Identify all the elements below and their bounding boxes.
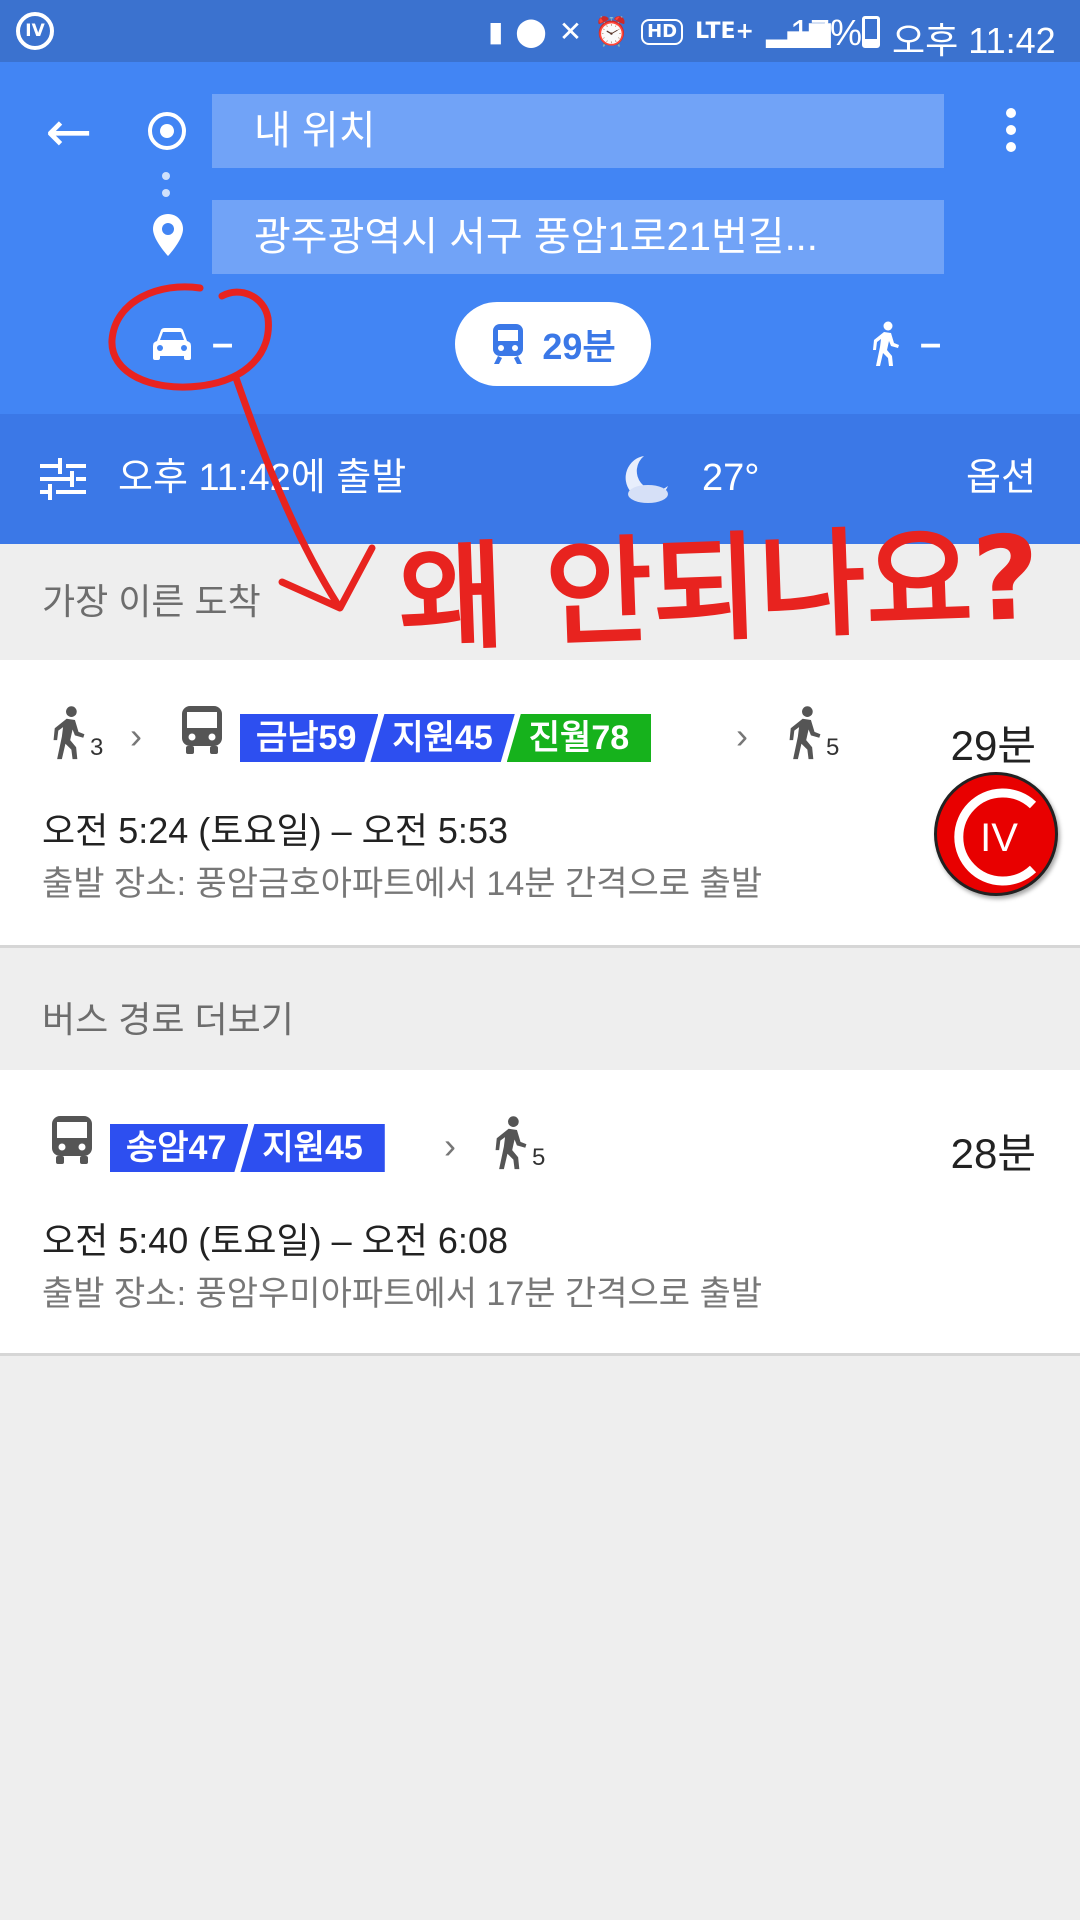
- bus-lines: 송암47 지원45: [110, 1124, 385, 1172]
- walk-minutes: 3: [90, 734, 104, 761]
- status-bar: IV ▮ ⬤ ✕ ⏰ HD LTE+ ▂▄▆ 17% 오후 11:42: [0, 0, 1080, 62]
- line-chip: 송암47: [110, 1124, 248, 1172]
- route-duration: 29분: [950, 722, 1036, 769]
- drive-duration: –: [212, 322, 234, 365]
- mode-drive[interactable]: –: [150, 302, 233, 386]
- bus-icon: [182, 706, 222, 754]
- walk-step: 5: [786, 704, 842, 762]
- origin-input[interactable]: 내 위치: [212, 94, 944, 168]
- alarm-icon: ⏰: [594, 15, 630, 48]
- section-more-bus-routes: 버스 경로 더보기: [42, 999, 294, 1040]
- options-button[interactable]: 옵션: [966, 456, 1036, 500]
- depart-time-button[interactable]: 오후 11:42에 출발: [118, 456, 406, 500]
- status-icons: ▮ ⬤ ✕ ⏰ HD LTE+ ▂▄▆: [488, 12, 831, 52]
- route-card[interactable]: 송암47 지원45 › 5 28분 오전 5:40 (토요일) – 오전 6:0…: [0, 1070, 1080, 1356]
- walk-minutes: 5: [532, 1144, 546, 1171]
- car-icon: [153, 328, 191, 360]
- back-arrow-icon[interactable]: ←: [44, 105, 94, 161]
- mode-walk[interactable]: –: [870, 302, 941, 386]
- route-times: 오전 5:40 (토요일) – 오전 6:08: [42, 1220, 508, 1261]
- options-bar: 오후 11:42에 출발 27° 옵션: [0, 414, 1080, 544]
- line-chip: 지원45: [370, 714, 514, 762]
- chevron-right-icon: ›: [736, 715, 748, 756]
- walk-icon: [873, 321, 899, 366]
- battery-saver-icon: ▮: [488, 15, 504, 48]
- location-icon: ⬤: [515, 15, 547, 48]
- watermark-logo-icon: IV: [954, 788, 1037, 886]
- route-departure-info: 출발 장소: 풍암우미아파트에서 17분 간격으로 출발: [42, 1275, 763, 1313]
- app-logo-icon: IV: [16, 12, 54, 50]
- origin-marker-icon: [148, 112, 186, 150]
- section-earliest-arrival: 가장 이른 도착: [42, 581, 261, 622]
- walk-minutes: 5: [826, 734, 840, 761]
- tune-icon[interactable]: [40, 458, 86, 500]
- battery-percent: 17%: [790, 12, 863, 53]
- network-type: LTE+: [695, 19, 754, 44]
- line-chip: 진월78: [506, 714, 652, 762]
- line-chip: 금남59: [240, 714, 378, 762]
- temperature: 27°: [702, 457, 760, 499]
- directions-header: ← 내 위치 광주광역시 서구 풍암1로21번길... – 29분 –: [0, 62, 1080, 414]
- walk-icon: [495, 1116, 527, 1170]
- route-duration: 28분: [950, 1130, 1036, 1177]
- line-chip: 지원45: [240, 1124, 385, 1172]
- mute-icon: ✕: [558, 15, 583, 48]
- moon-cloud-icon: [625, 456, 668, 503]
- mode-transit[interactable]: 29분: [455, 302, 651, 386]
- hd-voice-icon: HD: [641, 19, 684, 45]
- walk-duration: –: [920, 322, 942, 365]
- route-dots: [162, 172, 170, 206]
- chevron-right-icon: ›: [130, 715, 142, 756]
- bus-lines: 금남59 지원45 진월78: [240, 714, 652, 762]
- destination-input[interactable]: 광주광역시 서구 풍암1로21번길...: [212, 200, 944, 274]
- walk-icon: [789, 706, 821, 760]
- chevron-right-icon: ›: [444, 1125, 456, 1166]
- watermark-logo: IV: [934, 772, 1058, 896]
- more-options-icon[interactable]: [996, 108, 1026, 156]
- walk-icon: [53, 706, 85, 760]
- status-clock: 오후 11:42: [892, 20, 1056, 61]
- watermark-text: IV: [980, 816, 1018, 860]
- route-card[interactable]: 3 › 금남59 지원45 진월78 › 5 29분 오전 5:24 (토요일)…: [0, 660, 1080, 948]
- route-departure-info: 출발 장소: 풍암금호아파트에서 14분 간격으로 출발: [42, 865, 763, 903]
- train-icon: [493, 324, 524, 364]
- walk-step: 3: [50, 704, 106, 762]
- route-times: 오전 5:24 (토요일) – 오전 5:53: [42, 810, 508, 851]
- walk-step: 5: [492, 1114, 548, 1172]
- transit-duration: 29분: [542, 326, 616, 367]
- destination-pin-icon: [153, 214, 183, 256]
- bus-icon: [52, 1116, 92, 1164]
- battery-icon: [862, 16, 880, 48]
